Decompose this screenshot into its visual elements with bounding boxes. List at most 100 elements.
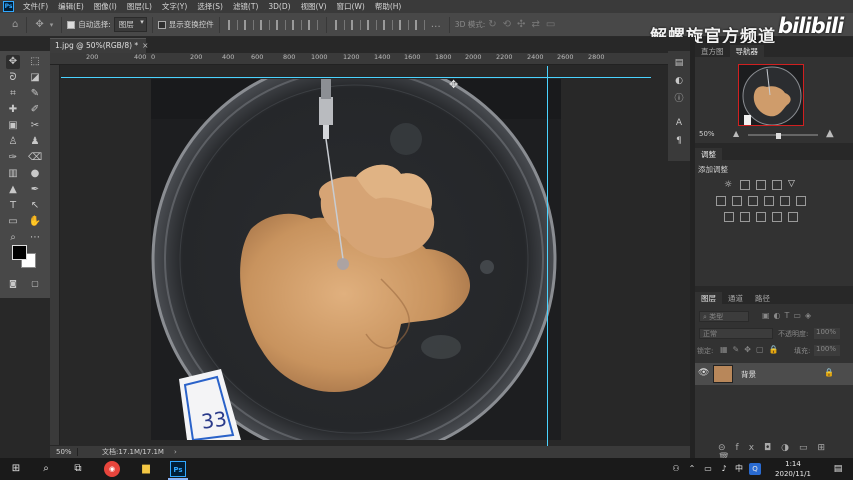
healing-brush-tool-icon[interactable]: ✚ xyxy=(6,103,20,117)
menu-filter[interactable]: 滤镜(T) xyxy=(228,1,263,12)
blend-mode-dropdown[interactable]: 正常 xyxy=(699,328,773,339)
paragraph-panel-icon[interactable]: ¶ xyxy=(673,135,685,147)
navigator-zoom-value[interactable]: 50% xyxy=(699,130,715,138)
lasso-tool-icon[interactable]: ᘐ xyxy=(6,71,20,85)
gradient-map-icon[interactable] xyxy=(772,212,782,222)
show-transform-checkbox[interactable] xyxy=(157,20,166,29)
posterize-icon[interactable] xyxy=(740,212,750,222)
align-right-icon[interactable] xyxy=(259,19,270,30)
ime-input-icon[interactable]: Q xyxy=(749,463,761,475)
move-tool-icon[interactable]: ✥ xyxy=(6,55,20,69)
chevron-right-icon[interactable]: › xyxy=(174,448,177,456)
eyedropper-tool-icon[interactable]: ✎ xyxy=(28,87,42,101)
type-tool-icon[interactable]: T xyxy=(6,199,20,213)
distribute-right-icon[interactable] xyxy=(414,19,425,30)
vertical-guide[interactable] xyxy=(547,66,548,446)
invert-icon[interactable] xyxy=(724,212,734,222)
threshold-icon[interactable] xyxy=(756,212,766,222)
eraser-tool-icon[interactable]: ⌫ xyxy=(28,151,42,165)
stamp-tool-icon[interactable]: ♙ xyxy=(6,135,20,149)
menu-select[interactable]: 选择(S) xyxy=(192,1,228,12)
tab-navigator[interactable]: 导航器 xyxy=(729,45,764,57)
screen-mode-icon[interactable]: ▢ xyxy=(28,277,42,291)
network-icon[interactable]: ▭ xyxy=(700,461,716,477)
levels-icon[interactable] xyxy=(740,180,750,190)
distribute-middle-icon[interactable] xyxy=(350,19,361,30)
brush-tool-icon[interactable]: ✐ xyxy=(28,103,42,117)
path-select-tool-icon[interactable]: ↖ xyxy=(28,199,42,213)
align-middle-icon[interactable] xyxy=(291,19,302,30)
foreground-color-swatch[interactable] xyxy=(12,245,27,260)
zoom-out-icon[interactable]: ▲ xyxy=(733,129,739,138)
align-top-icon[interactable] xyxy=(275,19,286,30)
tab-adjustments[interactable]: 调整 xyxy=(695,148,722,160)
character-panel-icon[interactable]: A xyxy=(673,117,685,129)
zoom-tool-icon[interactable]: ⌕ xyxy=(6,231,20,245)
distribute-center-icon[interactable] xyxy=(398,19,409,30)
tab-paths[interactable]: 路径 xyxy=(749,292,776,304)
align-bottom-icon[interactable] xyxy=(307,19,318,30)
opacity-value[interactable]: 100% xyxy=(814,328,840,339)
curves-icon[interactable] xyxy=(756,180,766,190)
menu-file[interactable]: 文件(F) xyxy=(18,1,53,12)
document-canvas[interactable]: 33 xyxy=(151,79,561,440)
brightness-contrast-icon[interactable]: ☼ xyxy=(724,180,732,190)
menu-3d[interactable]: 3D(D) xyxy=(263,2,295,11)
file-explorer-icon[interactable]: ▆ xyxy=(138,461,154,477)
navigator-zoom-slider[interactable] xyxy=(748,134,818,136)
windows-start-icon[interactable]: ⊞ xyxy=(8,461,24,477)
tab-layers[interactable]: 图层 xyxy=(695,292,722,304)
task-view-icon[interactable]: ⧉ xyxy=(70,461,86,477)
history-panel-icon[interactable]: ▤ xyxy=(673,57,685,69)
marquee-tool-icon[interactable]: ⬚ xyxy=(28,55,42,69)
menu-layer[interactable]: 图层(L) xyxy=(122,1,157,12)
chrome-icon[interactable]: ◉ xyxy=(104,461,120,477)
selective-color-icon[interactable] xyxy=(788,212,798,222)
tab-channels[interactable]: 通道 xyxy=(722,292,749,304)
shape-tool-icon[interactable]: ▭ xyxy=(6,215,20,229)
align-left-icon[interactable] xyxy=(227,19,238,30)
layer-row-background[interactable]: 👁 背景 🔒 xyxy=(695,363,853,385)
info-panel-icon[interactable]: ⓘ xyxy=(673,93,685,105)
more-options-icon[interactable]: … xyxy=(431,19,441,30)
home-icon[interactable]: ⌂ xyxy=(12,19,18,30)
navigator-thumbnail[interactable] xyxy=(738,64,804,126)
3d-pan-icon[interactable]: ✣ xyxy=(517,19,525,30)
document-tab[interactable]: 1.jpg @ 50%(RGB/8) * × xyxy=(50,38,148,53)
crop-tool-icon[interactable]: ⌗ xyxy=(6,87,20,101)
vibrance-icon[interactable]: ▽ xyxy=(788,179,795,189)
zoom-slider-handle[interactable] xyxy=(776,133,781,139)
menu-view[interactable]: 视图(V) xyxy=(296,1,332,12)
people-icon[interactable]: ⚇ xyxy=(668,461,684,477)
more-tools-icon[interactable]: ⋯ xyxy=(28,231,42,245)
zoom-level[interactable]: 50% xyxy=(50,448,78,456)
hue-saturation-icon[interactable] xyxy=(716,196,726,206)
move-tool-icon[interactable]: ✥ xyxy=(35,19,43,30)
auto-select-checkbox[interactable] xyxy=(67,20,76,29)
properties-panel-icon[interactable]: ◐ xyxy=(673,75,685,87)
gradient-tool-icon[interactable]: ▥ xyxy=(6,167,20,181)
distribute-left-icon[interactable] xyxy=(382,19,393,30)
3d-orbit-icon[interactable]: ↻ xyxy=(488,19,496,30)
chevron-down-icon[interactable]: ▾ xyxy=(50,21,54,29)
notification-icon[interactable]: ▤ xyxy=(830,461,846,477)
patch-tool-icon[interactable]: ✂ xyxy=(28,119,42,133)
3d-slide-icon[interactable]: ⇄ xyxy=(531,19,539,30)
align-center-icon[interactable] xyxy=(243,19,254,30)
history-brush-tool-icon[interactable]: ♟ xyxy=(28,135,42,149)
menu-image[interactable]: 图像(I) xyxy=(89,1,122,12)
taskbar-clock[interactable]: 1:14 2020/11/1 xyxy=(768,459,818,479)
volume-icon[interactable]: ♪ xyxy=(716,461,732,477)
3d-scale-icon[interactable]: ▭ xyxy=(546,19,555,30)
chevron-up-icon[interactable]: ⌃ xyxy=(684,461,700,477)
tab-histogram[interactable]: 直方图 xyxy=(695,45,730,57)
layer-filter-dropdown[interactable]: ⌕ 类型 xyxy=(699,311,749,322)
layer-filter-icons[interactable]: ▣◐T▭◈ xyxy=(762,311,815,320)
distribute-bottom-icon[interactable] xyxy=(366,19,377,30)
horizontal-ruler[interactable]: 200 400 0 200 400 600 800 1000 1200 1400… xyxy=(50,53,690,65)
color-balance-icon[interactable] xyxy=(732,196,742,206)
exposure-icon[interactable] xyxy=(772,180,782,190)
lock-icons[interactable]: ▦✎✥▢🔒 xyxy=(720,345,783,354)
color-lookup-icon[interactable] xyxy=(796,196,806,206)
blur-tool-icon[interactable]: ● xyxy=(28,167,42,181)
